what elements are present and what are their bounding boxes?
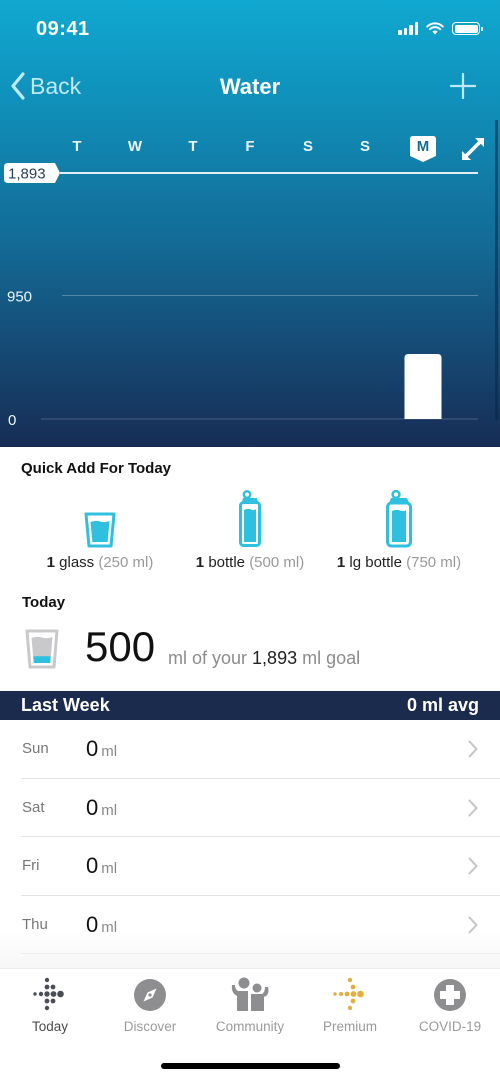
wifi-icon [426,22,444,35]
last-week-list: Sun 0 ml Sat 0 ml Fri 0 ml Thu 0 ml [0,720,500,954]
quick-add-volume: (750 ml) [406,554,462,571]
today-amount: 500 [85,623,156,670]
expand-icon [462,138,484,160]
quick-add-volume: (250 ml) [98,554,154,571]
glass-icon [84,512,116,548]
goal-label: 1,893 [8,166,46,183]
quick-add-bottle[interactable]: 1 bottle (500 ml) [175,486,325,571]
quick-add-count: 1 [336,554,346,571]
quick-add-name: bottle [208,554,246,571]
battery-icon [452,22,483,35]
status-time: 09:41 [36,18,90,40]
premium-dots-icon [333,977,364,1011]
chevron-right-icon [468,740,478,758]
chevron-right-icon [468,857,478,875]
week-row[interactable]: Sun 0 ml [0,720,500,779]
quick-add-glass[interactable]: 1 glass (250 ml) [25,486,175,571]
tab-community[interactable]: Community [200,977,300,1034]
cellular-signal-icon [398,22,418,35]
today-text-after-goal: ml goal [302,648,361,668]
chevron-right-icon [468,799,478,816]
week-row[interactable]: Fri 0 ml [0,837,500,896]
chart-day-labels: TWTFSSM [0,136,500,162]
quick-add-large-bottle[interactable]: 1 lg bottle (750 ml) [324,486,474,571]
quick-add-count: 1 [195,554,205,571]
tab-bar-fade [0,930,500,970]
week-row[interactable]: Sat 0 ml [0,779,500,838]
day-label-3[interactable]: F [235,138,265,155]
water-bar-chart: 950 0 1,893 [4,163,478,429]
tab-today[interactable]: Today [0,977,100,1034]
week-row-unit: ml [101,743,118,760]
quick-add-count: 1 [46,554,55,571]
chart-scroll-edge [495,120,498,420]
tab-label: Discover [123,1019,177,1034]
quick-add-volume: (500 ml) [249,554,305,571]
tab-premium[interactable]: Premium [300,977,400,1034]
community-icon [231,977,269,1011]
bar-m-6 [404,354,442,419]
week-row-value: 0 [86,736,99,761]
tab-label: Today [31,1019,69,1034]
tab-discover[interactable]: Discover [100,977,200,1034]
tab-covid-19[interactable]: COVID-19 [400,977,500,1034]
day-label-4[interactable]: S [293,138,323,155]
water-chart-header: 09:41 Back Water T W T F S S M 950 0 1,893 [0,0,500,447]
week-row-value: 0 [86,853,99,878]
last-week-header: Last Week 0 ml avg [0,691,500,720]
home-indicator[interactable] [161,1063,340,1069]
week-row-value: 0 [86,794,99,820]
day-label-1[interactable]: W [120,138,150,155]
tab-label: Community [215,1019,285,1034]
quick-add-name: lg bottle [349,554,402,571]
glass-progress-icon [25,629,59,669]
day-label-2[interactable]: T [178,138,208,155]
today-goal-value: 1,893 [252,648,298,668]
y-tick-label: 0 [8,412,16,429]
week-row-day: Fri [22,857,40,874]
compass-icon [134,979,166,1011]
tab-label: Premium [322,1019,377,1034]
week-row-day: Sun [22,740,49,757]
today-goal-text: ml of your 1,893 ml goal [168,648,360,669]
plus-icon [449,72,477,100]
page-title: Water [219,74,281,99]
last-week-average: 0 ml avg [406,695,479,715]
today-progress-glass [24,628,60,675]
week-row-unit: ml [101,860,118,877]
today-text-before-goal: ml of your [168,648,248,668]
day-label-5[interactable]: S [350,138,380,155]
large-bottle-icon [386,490,412,548]
week-row-day: Sat [22,798,45,816]
quick-add-name: glass [59,554,95,571]
week-row-unit: ml [101,801,118,819]
status-icons [398,22,483,35]
y-tick-label: 950 [7,289,32,306]
add-water-button[interactable] [449,72,477,104]
nav-bar: Back Water [0,66,500,110]
today-title: Today [22,594,66,611]
day-label-6[interactable]: M [408,138,438,155]
medical-cross-icon [434,979,466,1011]
fitbit-dots-icon [33,977,64,1011]
status-bar: 09:41 [0,0,500,60]
quick-add-title: Quick Add For Today [21,460,172,477]
tab-label: COVID-19 [418,1019,482,1034]
day-label-0[interactable]: T [62,138,92,155]
last-week-title: Last Week [21,695,110,715]
bottle-icon [239,490,261,547]
